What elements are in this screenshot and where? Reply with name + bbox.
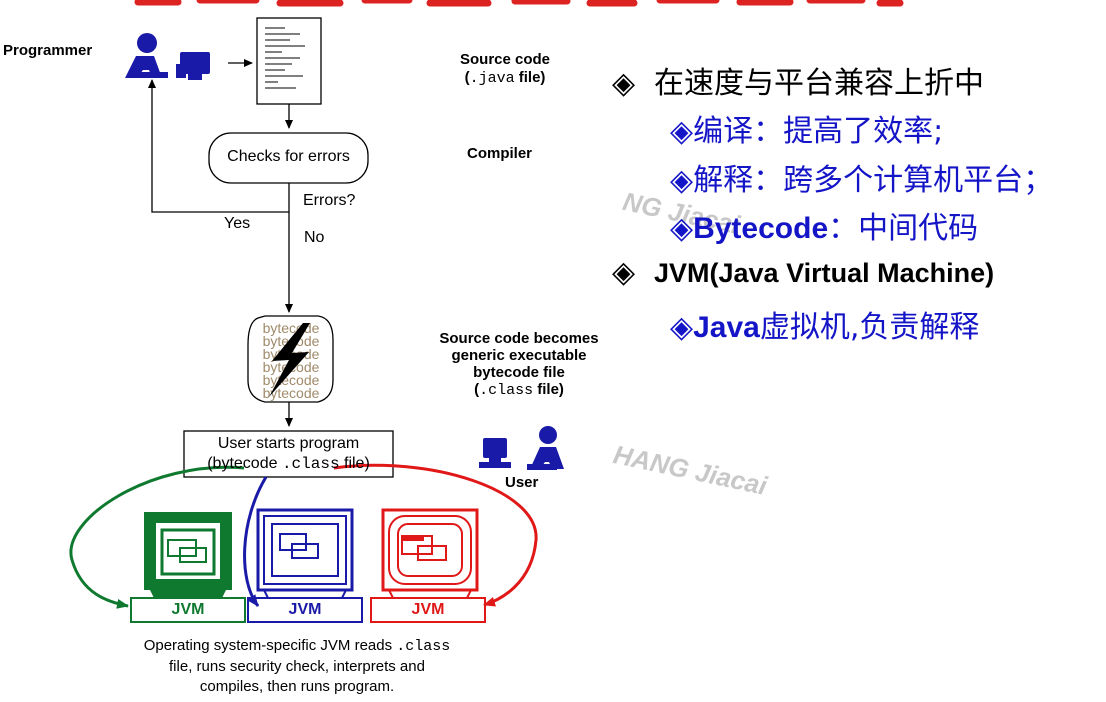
bytecode-word: bytecode — [263, 385, 320, 401]
bullet-sub-4: ◈Java虚拟机,负责解释 — [670, 310, 980, 345]
diamond-bullet-icon: ◈ — [670, 310, 694, 345]
jvm-caption: Operating system-specific JVM reads .cla… — [143, 637, 451, 695]
diamond-bullet-icon: ◈ — [670, 211, 694, 246]
bullet-main-1: ◈ 在速度与平台兼容上折中 — [612, 66, 984, 101]
programmer-label: Programmer — [3, 42, 93, 59]
diamond-bullet-icon: ◈ — [612, 255, 636, 290]
bullet-sub-1: ◈编译：提高了效率; — [670, 114, 944, 149]
source-code-document-icon — [256, 17, 322, 105]
checks-for-errors-label: Checks for errors — [227, 148, 350, 165]
diamond-bullet-icon: ◈ — [670, 163, 694, 198]
top-title-fragment — [134, 0, 904, 7]
compiler-label: Compiler — [467, 145, 533, 162]
jvm-label-green: JVM — [171, 601, 205, 618]
jvm-label-red: JVM — [411, 601, 445, 618]
jvm-label-blue: JVM — [288, 601, 322, 618]
errors-question-label: Errors? — [303, 192, 356, 209]
source-code-label: Source code (.java file) — [459, 51, 551, 87]
diamond-bullet-icon: ◈ — [670, 114, 694, 149]
no-label: No — [304, 229, 325, 246]
diamond-bullet-icon: ◈ — [612, 66, 636, 101]
bullet-main-2: ◈ JVM(Java Virtual Machine) — [612, 255, 995, 290]
bullet-sub-2: ◈解释：跨多个计算机平台； — [670, 163, 1054, 198]
bytecode-blob: bytecodebytecodebytecodebytecodebytecode… — [247, 315, 334, 403]
programmer-icon — [125, 33, 210, 80]
bytecode-file-label: Source code becomes generic executable b… — [439, 330, 599, 399]
bullet-sub-3: ◈Bytecode：中间代码 — [670, 211, 979, 246]
user-icon — [479, 426, 564, 470]
yes-label: Yes — [224, 215, 251, 232]
user-starts-program-label: User starts program (bytecode .class fil… — [207, 435, 370, 473]
user-label: User — [505, 474, 539, 491]
